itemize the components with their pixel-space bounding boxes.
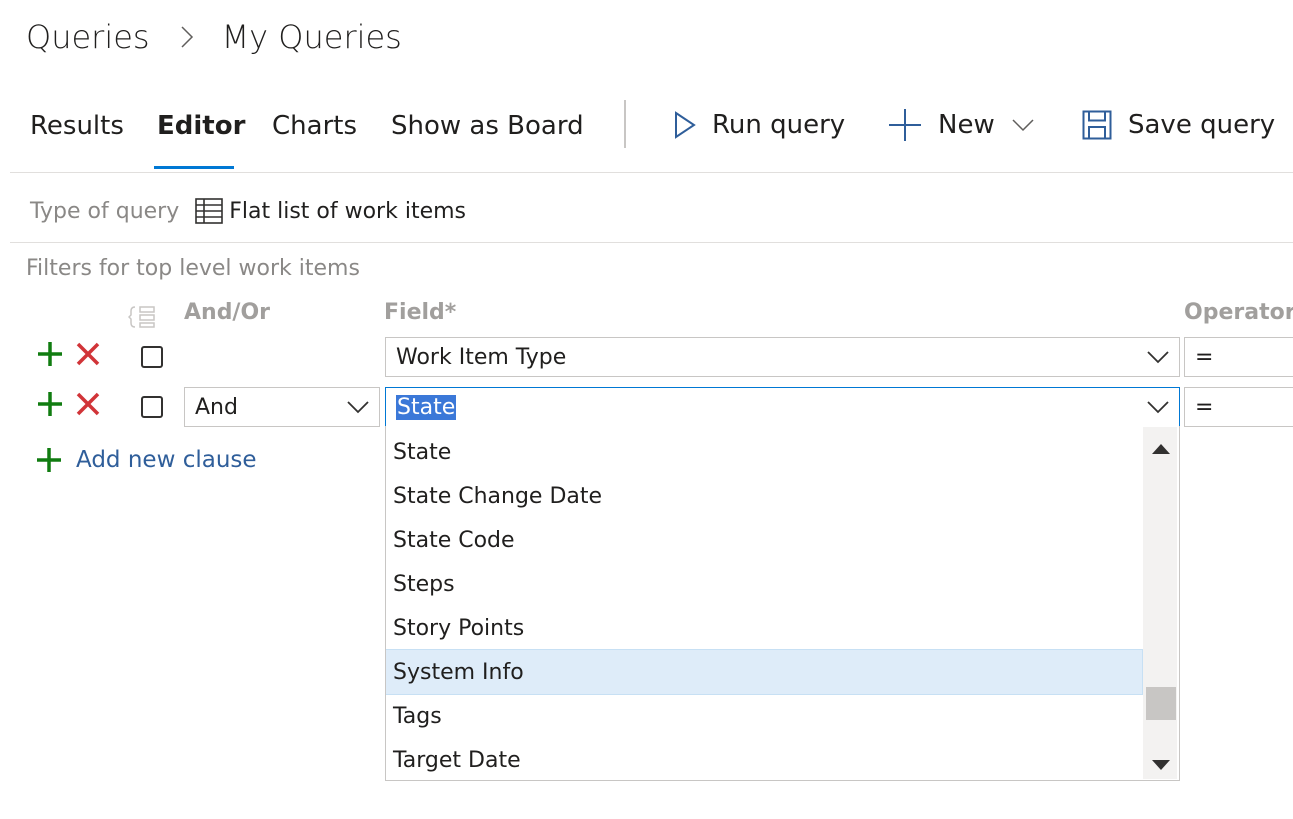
breadcrumb-root[interactable]: Queries: [26, 18, 150, 56]
save-query-label: Save query: [1128, 110, 1276, 140]
dropdown-item[interactable]: Story Points: [386, 606, 1142, 650]
plus-icon: [889, 109, 921, 141]
operator-value: =: [1195, 394, 1214, 420]
run-query-button[interactable]: Run query: [674, 104, 845, 146]
header-field: Field*: [384, 300, 457, 325]
dropdown-item[interactable]: Tags: [386, 694, 1142, 738]
clause-checkbox[interactable]: [141, 396, 163, 418]
dropdown-item-highlighted[interactable]: System Info: [386, 649, 1143, 695]
chevron-down-icon: [1137, 400, 1179, 414]
divider: [10, 242, 1293, 243]
tab-results[interactable]: Results: [30, 106, 124, 146]
new-label: New: [938, 110, 995, 140]
clause-checkbox[interactable]: [141, 346, 163, 368]
new-button[interactable]: New: [888, 104, 1035, 146]
operator-select[interactable]: =: [1184, 337, 1293, 377]
table-icon: [195, 198, 224, 224]
and-or-select[interactable]: And: [184, 387, 380, 427]
query-type: Type of query Flat list of work items: [30, 194, 466, 228]
field-value: Work Item Type: [396, 344, 567, 370]
tab-charts[interactable]: Charts: [272, 106, 357, 146]
add-new-clause-label: Add new clause: [76, 447, 257, 473]
operator-select[interactable]: =: [1184, 387, 1293, 427]
tab-show-as-board[interactable]: Show as Board: [391, 106, 584, 146]
run-query-label: Run query: [712, 110, 846, 140]
delete-clause-icon[interactable]: [74, 390, 102, 418]
operator-value: =: [1195, 344, 1214, 370]
header-operator: Operator: [1184, 300, 1293, 325]
dropdown-item[interactable]: Target Date: [386, 738, 1142, 780]
add-clause-icon[interactable]: [36, 340, 64, 368]
chevron-down-icon: [1137, 350, 1179, 364]
field-select[interactable]: Work Item Type: [385, 337, 1180, 377]
dropdown-item[interactable]: Steps: [386, 562, 1142, 606]
toolbar-divider: [624, 100, 626, 148]
field-input-value: State: [396, 394, 457, 420]
dropdown-item[interactable]: State: [386, 430, 1142, 474]
tab-editor[interactable]: Editor: [157, 106, 245, 146]
scrollbar-thumb[interactable]: [1146, 687, 1176, 720]
dropdown-scrollbar[interactable]: [1143, 427, 1177, 779]
chevron-down-icon: [337, 400, 379, 414]
save-query-button[interactable]: Save query: [1082, 104, 1275, 146]
page-title: My Queries: [221, 18, 402, 56]
breadcrumb: Queries My Queries: [26, 14, 402, 60]
filters-title: Filters for top level work items: [26, 256, 360, 281]
dropdown-item[interactable]: State Change Date: [386, 474, 1142, 518]
header-and-or: And/Or: [184, 300, 271, 325]
add-new-clause-button[interactable]: Add new clause: [36, 444, 257, 476]
query-type-value: Flat list of work items: [229, 198, 467, 224]
save-icon: [1082, 110, 1112, 140]
field-dropdown-list: State State Change Date State Code Steps…: [385, 426, 1180, 781]
scroll-down-icon[interactable]: [1151, 756, 1171, 775]
chevron-right-icon: [180, 25, 194, 49]
scroll-up-icon[interactable]: [1151, 440, 1171, 459]
delete-clause-icon[interactable]: [74, 340, 102, 368]
chevron-down-icon: [1012, 119, 1034, 132]
field-input[interactable]: State: [385, 387, 1180, 427]
and-or-value: And: [195, 394, 238, 420]
play-icon: [675, 111, 696, 139]
group-clauses-icon[interactable]: [128, 304, 158, 330]
query-type-selector[interactable]: Flat list of work items: [195, 198, 466, 224]
divider: [10, 172, 1293, 173]
active-tab-indicator: [154, 166, 234, 169]
dropdown-item[interactable]: State Code: [386, 518, 1142, 562]
add-clause-icon[interactable]: [36, 390, 64, 418]
plus-icon: [37, 448, 61, 472]
query-type-label: Type of query: [30, 198, 180, 224]
